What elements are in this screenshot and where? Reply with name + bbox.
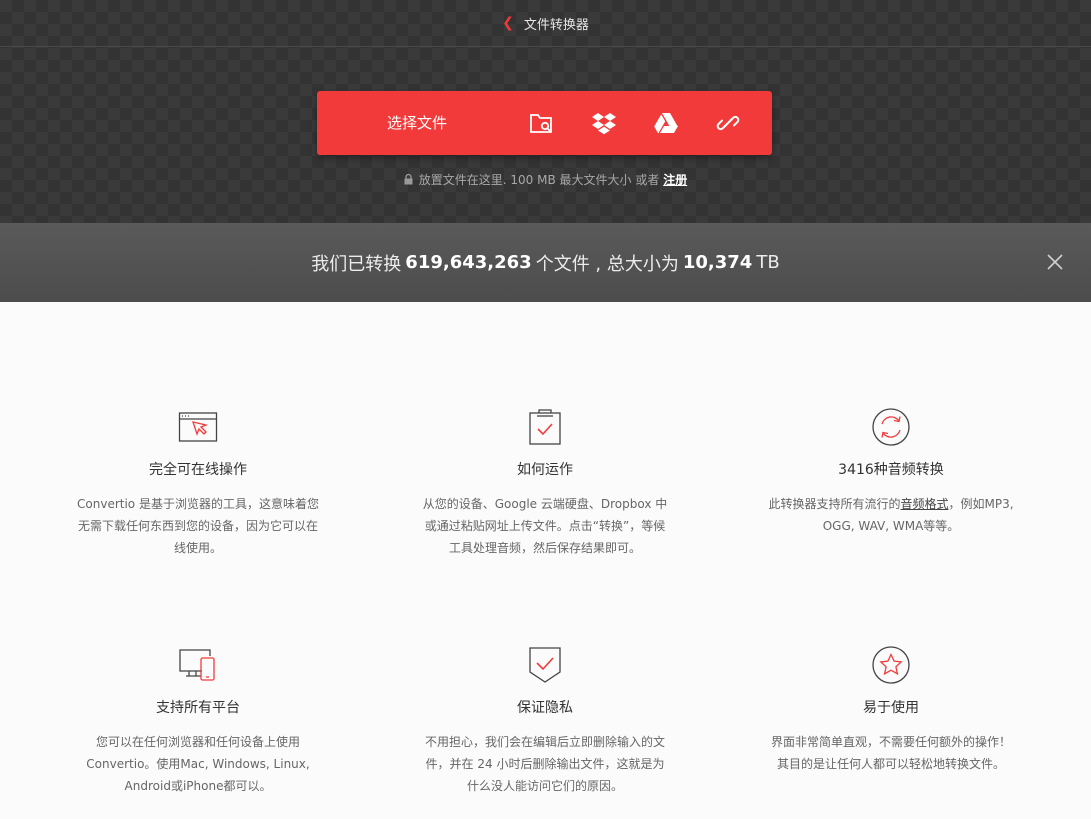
stats-banner: 我们已转换 619,643,263 个文件 , 总大小为 10,374 TB [0, 223, 1091, 302]
feature-formats: 3416种音频转换 此转换器支持所有流行的音频格式，例如MP3, OGG, WA… [766, 407, 1016, 537]
stats-middle: 个文件 , 总大小为 [535, 253, 679, 275]
upload-bar: 选择文件 [317, 91, 772, 155]
google-drive-icon[interactable] [651, 108, 681, 138]
feature-desc: 界面非常简单直观，不需要任何额外的操作！其目的是让任何人都可以轻松地转换文件。 [770, 735, 1011, 771]
stats-prefix: 我们已转换 [311, 253, 402, 275]
size-unit: TB [756, 252, 780, 273]
feature-title: 易于使用 [863, 700, 919, 716]
feature-platforms: 支持所有平台 您可以在任何浏览器和任何设备上使用Convertio。使用Mac,… [73, 645, 323, 797]
feature-title: 保证隐私 [517, 700, 573, 716]
shield-check-icon [420, 645, 670, 685]
upload-note: 放置文件在这里. 100 MB 最大文件大小 或者 注册 [0, 171, 1091, 188]
feature-title: 如何运作 [517, 462, 573, 478]
lock-icon [404, 173, 413, 188]
star-icon [766, 645, 1016, 685]
feature-easy: 易于使用 界面非常简单直观，不需要任何额外的操作！其目的是让任何人都可以轻松地转… [766, 645, 1016, 775]
feature-desc: 您可以在任何浏览器和任何设备上使用Convertio。使用Mac, Window… [86, 735, 310, 793]
feature-desc-prefix: 此转换器支持所有流行的 [768, 497, 901, 511]
feature-desc: Convertio 是基于浏览器的工具，这意味着您无需下载任何东西到您的设备，因… [77, 497, 319, 555]
upload-note-text: 放置文件在这里. 100 MB 最大文件大小 或者 [418, 173, 660, 187]
folder-search-icon[interactable] [527, 108, 557, 138]
feature-desc: 不用担心，我们会在编辑后立即删除输入的文件，并在 24 小时后删除输出文件，这就… [424, 735, 665, 793]
clipboard-check-icon [420, 407, 670, 447]
feature-online: 完全可在线操作 Convertio 是基于浏览器的工具，这意味着您无需下载任何东… [73, 407, 323, 559]
feature-desc: 此转换器支持所有流行的音频格式，例如MP3, OGG, WAV, WMA等等。 [766, 493, 1016, 537]
close-icon[interactable] [1046, 253, 1064, 271]
feature-desc: 从您的设备、Google 云端硬盘、Dropbox 中或通过粘贴网址上传文件。点… [422, 497, 668, 555]
choose-files-button[interactable]: 选择文件 [387, 91, 447, 155]
feature-privacy: 保证隐私 不用担心，我们会在编辑后立即删除输入的文件，并在 24 小时后删除输出… [420, 645, 670, 797]
chevron-left-icon[interactable]: ❮ [502, 15, 514, 31]
top-bar: ❮ 文件转换器 [0, 0, 1091, 47]
page-title[interactable]: 文件转换器 [524, 14, 589, 33]
dropbox-icon[interactable] [589, 108, 619, 138]
feature-how-it-works: 如何运作 从您的设备、Google 云端硬盘、Dropbox 中或通过粘贴网址上… [420, 407, 670, 559]
link-icon[interactable] [713, 108, 743, 138]
feature-title: 完全可在线操作 [149, 462, 247, 478]
refresh-icon [766, 407, 1016, 447]
feature-title: 3416种音频转换 [838, 462, 944, 478]
browser-cursor-icon [73, 407, 323, 447]
audio-formats-link[interactable]: 音频格式 [900, 497, 948, 511]
feature-title: 支持所有平台 [156, 700, 240, 716]
files-count: 619,643,263 [405, 252, 532, 273]
register-link[interactable]: 注册 [663, 173, 687, 187]
hero-section: ❮ 文件转换器 选择文件 放置文件在这里. 100 MB 最大文件大小 或者 注… [0, 0, 1091, 223]
devices-icon [73, 645, 323, 685]
total-size: 10,374 [682, 252, 753, 273]
